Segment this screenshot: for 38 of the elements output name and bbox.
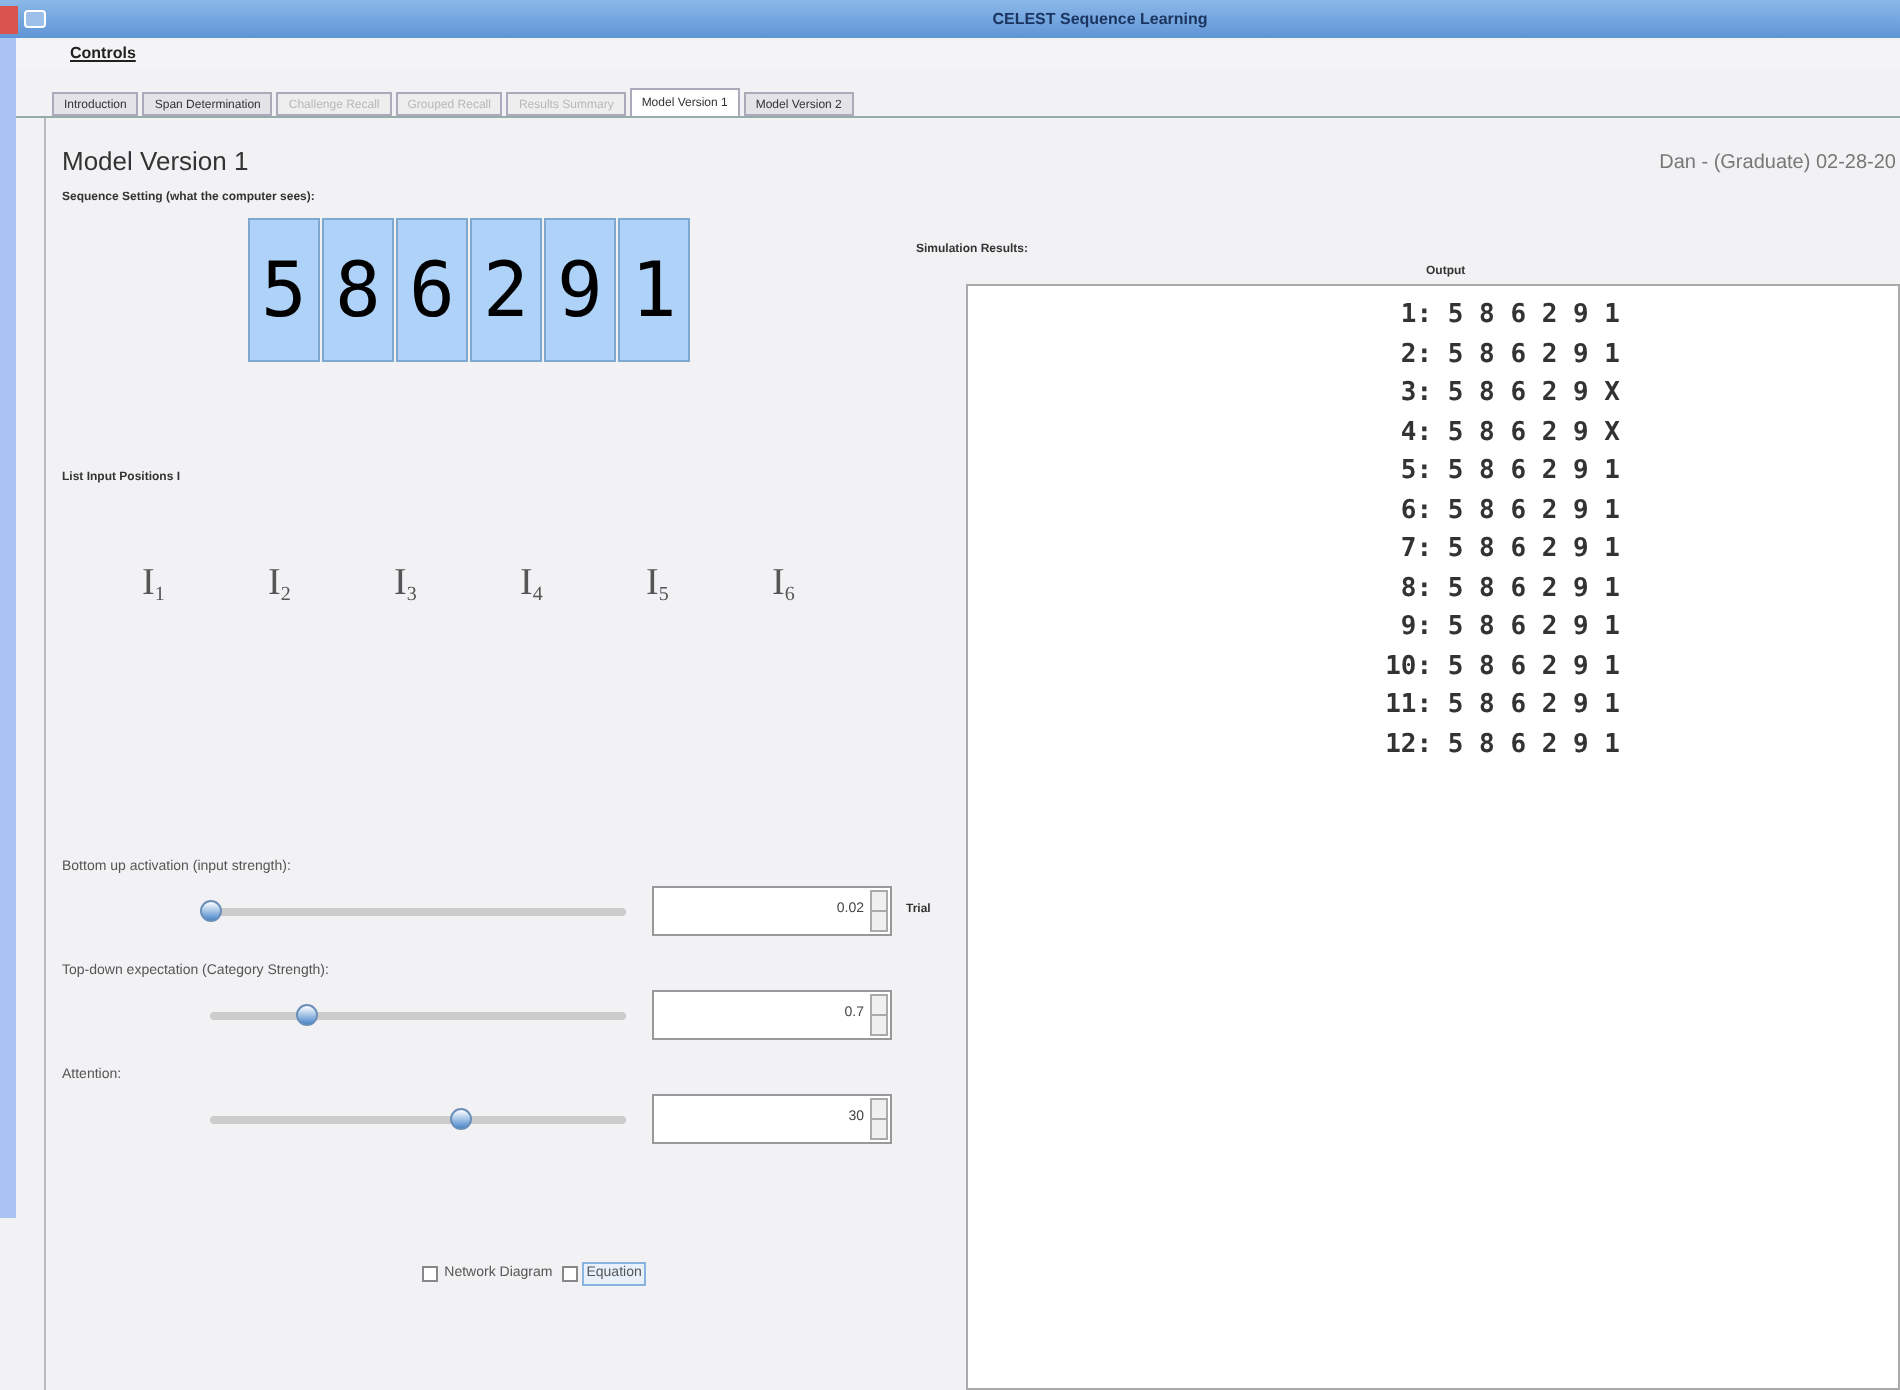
position-label: I$_{1}$ <box>142 560 167 609</box>
panel-title: Model Version 1 <box>62 144 251 174</box>
user-info: Dan - (Graduate) 02-28-20 <box>1659 150 1896 178</box>
spin-arrows-icon[interactable] <box>870 890 888 932</box>
output-line: 2: 5 8 6 2 9 1 <box>1400 337 1620 373</box>
spin-arrows-icon[interactable] <box>870 1098 888 1140</box>
output-line: 3: 5 8 6 2 9 X <box>1400 376 1620 412</box>
output-line: 4: 5 8 6 2 9 X <box>1400 415 1620 451</box>
position-label: I$_{4}$ <box>520 560 545 609</box>
window-title: CELEST Sequence Learning <box>990 7 1210 31</box>
output-line: 6: 5 8 6 2 9 1 <box>1400 493 1620 529</box>
digit-cell: 2 <box>470 218 542 362</box>
digit-cell: 1 <box>618 218 690 362</box>
output-line: 10: 5 8 6 2 9 1 <box>1385 649 1620 685</box>
window-icon <box>24 10 46 28</box>
output-line: 11: 5 8 6 2 9 1 <box>1385 688 1620 724</box>
digit-cell: 9 <box>544 218 616 362</box>
position-label: I$_{2}$ <box>268 560 293 609</box>
slider-thumb[interactable] <box>295 1004 318 1026</box>
checkbox[interactable] <box>422 1265 439 1282</box>
output-line: 9: 5 8 6 2 9 1 <box>1400 610 1620 646</box>
position-label: I$_{6}$ <box>772 560 797 609</box>
output-line: 1: 5 8 6 2 9 1 <box>1400 298 1620 334</box>
checkbox[interactable] <box>562 1265 579 1282</box>
digit-cell: 5 <box>248 218 320 362</box>
slider-thumb[interactable] <box>200 900 222 922</box>
menu-item[interactable]: Controls <box>70 42 136 66</box>
digit-cell: 6 <box>396 218 468 362</box>
position-label: I$_{5}$ <box>646 560 671 609</box>
output-line: 12: 5 8 6 2 9 1 <box>1385 727 1620 763</box>
output-line: 8: 5 8 6 2 9 1 <box>1400 571 1620 607</box>
output-line: 5: 5 8 6 2 9 1 <box>1400 454 1620 490</box>
close-icon[interactable] <box>0 5 18 33</box>
slider-thumb[interactable] <box>449 1108 472 1130</box>
output-line: 7: 5 8 6 2 9 1 <box>1400 532 1620 568</box>
spin-arrows-icon[interactable] <box>870 994 888 1036</box>
position-label: I$_{3}$ <box>394 560 419 609</box>
digit-cell: 8 <box>322 218 394 362</box>
